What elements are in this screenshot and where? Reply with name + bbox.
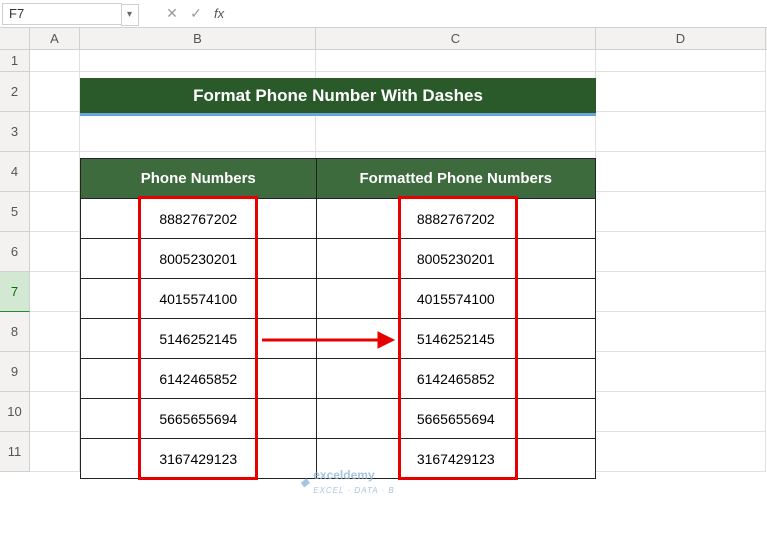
cell-phone[interactable]: 5146252145 xyxy=(81,319,317,359)
table-row: 88827672028882767202 xyxy=(81,199,596,239)
cell-formatted[interactable]: 8882767202 xyxy=(316,199,595,239)
row-header[interactable]: 9 xyxy=(0,352,30,392)
table-row: 80052302018005230201 xyxy=(81,239,596,279)
row-header[interactable]: 8 xyxy=(0,312,30,352)
table-header-formatted: Formatted Phone Numbers xyxy=(316,159,595,199)
cell-phone[interactable]: 6142465852 xyxy=(81,359,317,399)
cell-phone[interactable]: 8005230201 xyxy=(81,239,317,279)
name-box[interactable]: F7 ▾ xyxy=(2,3,122,25)
select-all-corner[interactable] xyxy=(0,28,30,49)
cell-phone[interactable]: 4015574100 xyxy=(81,279,317,319)
col-header-d[interactable]: D xyxy=(596,28,766,49)
watermark-sub: EXCEL · DATA · B xyxy=(313,486,395,495)
row-header[interactable]: 3 xyxy=(0,112,30,152)
col-header-a[interactable]: A xyxy=(30,28,80,49)
cell-formatted[interactable]: 5665655694 xyxy=(316,399,595,439)
row-header[interactable]: 11 xyxy=(0,432,30,472)
watermark: ◆ exceldemy EXCEL · DATA · B xyxy=(300,468,395,496)
grid-row: 3 xyxy=(0,112,767,152)
table-row: 61424658526142465852 xyxy=(81,359,596,399)
row-header[interactable]: 2 xyxy=(0,72,30,112)
cell-phone[interactable]: 3167429123 xyxy=(81,439,317,479)
cell-formatted[interactable]: 6142465852 xyxy=(316,359,595,399)
cancel-icon: ✕ xyxy=(160,3,184,25)
grid-row: 1 xyxy=(0,50,767,72)
col-header-b[interactable]: B xyxy=(80,28,316,49)
column-headers: A B C D xyxy=(0,28,767,50)
page-title: Format Phone Number With Dashes xyxy=(80,78,596,116)
table-row: 51462521455146252145 xyxy=(81,319,596,359)
cell-formatted[interactable]: 8005230201 xyxy=(316,239,595,279)
cell-formatted[interactable]: 4015574100 xyxy=(316,279,595,319)
formula-bar: F7 ▾ ✕ ✓ fx xyxy=(0,0,767,28)
name-box-value: F7 xyxy=(9,6,24,21)
spreadsheet-grid[interactable]: A B C D 1 2 3 4 5 6 7 8 9 10 xyxy=(0,28,767,472)
enter-icon: ✓ xyxy=(184,3,208,25)
cell-phone[interactable]: 5665655694 xyxy=(81,399,317,439)
data-table: Phone Numbers Formatted Phone Numbers 88… xyxy=(80,158,596,479)
row-header[interactable]: 4 xyxy=(0,152,30,192)
cell-phone[interactable]: 8882767202 xyxy=(81,199,317,239)
row-header[interactable]: 5 xyxy=(0,192,30,232)
fx-icon[interactable]: fx xyxy=(214,6,224,21)
table-row: 40155741004015574100 xyxy=(81,279,596,319)
row-header[interactable]: 7 xyxy=(0,272,30,312)
cell-formatted[interactable]: 5146252145 xyxy=(316,319,595,359)
row-header[interactable]: 10 xyxy=(0,392,30,432)
table-header-phone: Phone Numbers xyxy=(81,159,317,199)
watermark-brand: exceldemy xyxy=(313,468,374,482)
name-box-dropdown-icon[interactable]: ▾ xyxy=(121,4,139,26)
row-header[interactable]: 6 xyxy=(0,232,30,272)
table-row: 56656556945665655694 xyxy=(81,399,596,439)
row-header[interactable]: 1 xyxy=(0,50,30,72)
col-header-c[interactable]: C xyxy=(316,28,596,49)
formula-input[interactable] xyxy=(232,3,767,25)
watermark-icon: ◆ xyxy=(300,475,309,489)
